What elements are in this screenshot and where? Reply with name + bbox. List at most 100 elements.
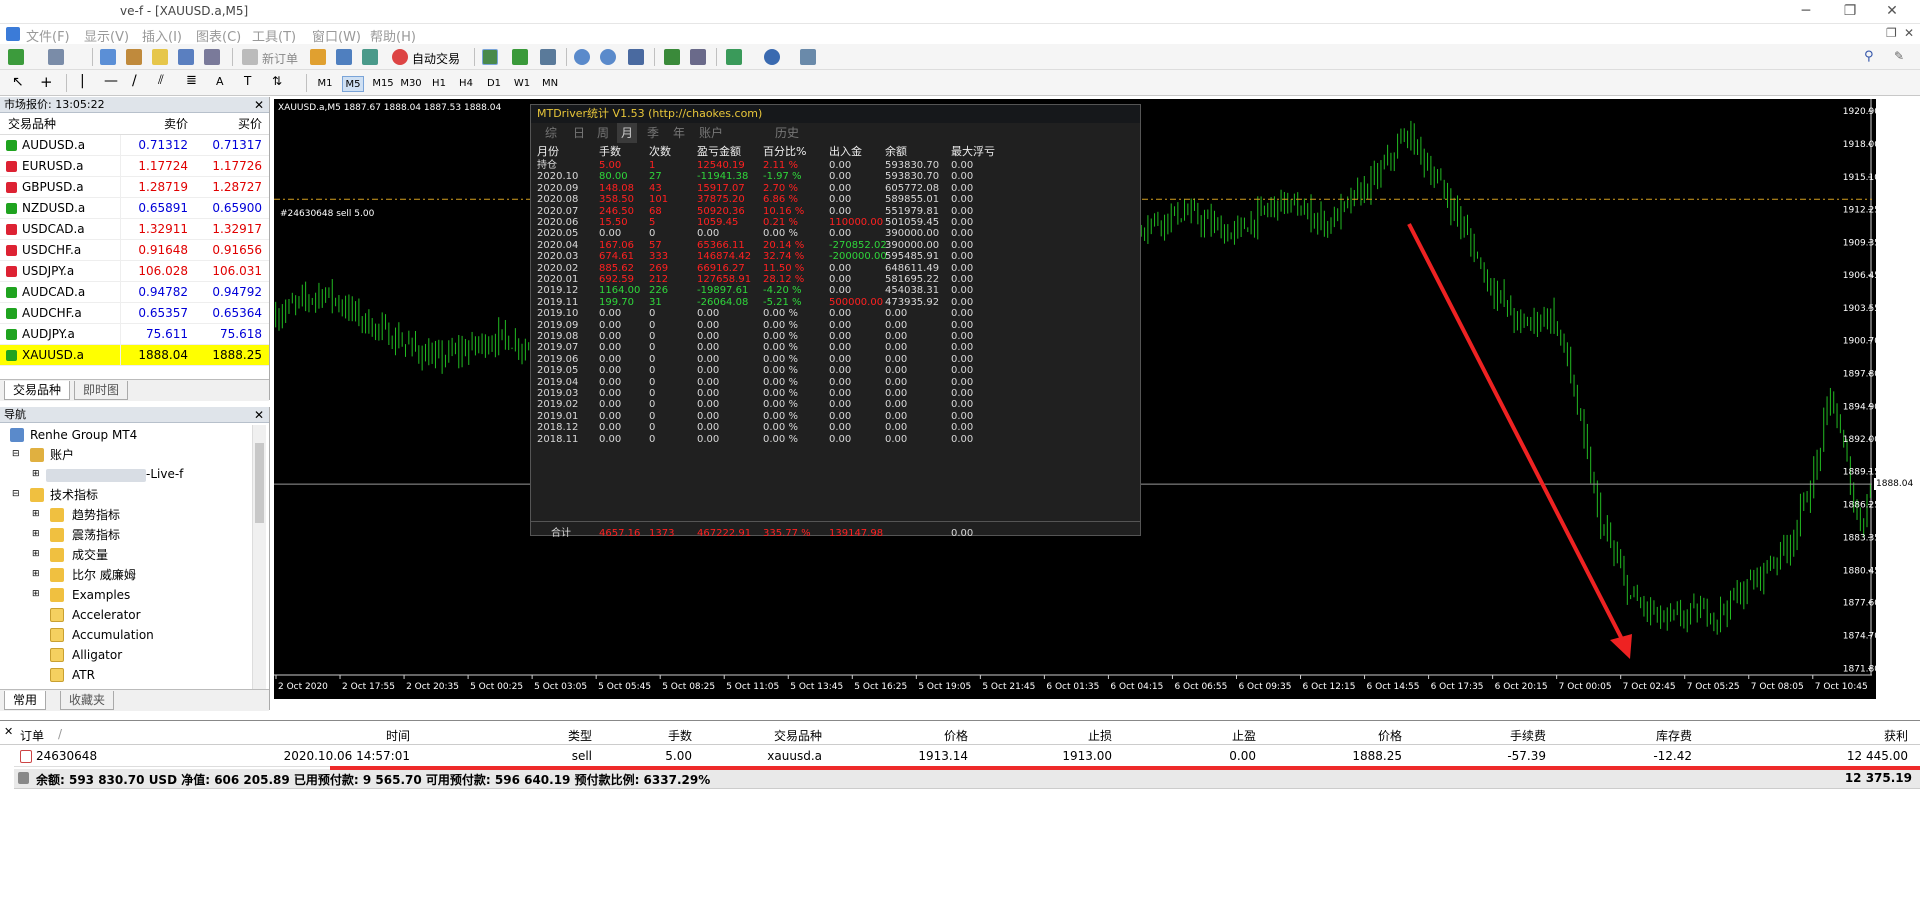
strategy-tester-icon[interactable]	[204, 49, 220, 65]
orders-col-header[interactable]: 手续费	[1386, 727, 1546, 744]
nav-atr[interactable]: ATR	[72, 666, 95, 684]
nav-bill-williams[interactable]: 比尔 威廉姆	[72, 566, 136, 584]
vertical-line-icon[interactable]: |	[80, 73, 85, 89]
fibonacci-icon[interactable]: ≣	[186, 73, 197, 88]
expand-icon[interactable]: ⊞	[32, 505, 40, 523]
order-row[interactable]: 24630648 2020.10.06 14:57:01 sell 5.00 xauus…	[14, 747, 1920, 767]
horizontal-line-icon[interactable]: —	[104, 73, 118, 89]
tf-h4[interactable]: H4	[455, 76, 477, 92]
auto-trading-icon[interactable]	[392, 49, 408, 65]
tab-favorites[interactable]: 收藏夹	[60, 691, 115, 710]
indicators-icon[interactable]	[726, 49, 742, 65]
nav-examples[interactable]: Examples	[72, 586, 130, 604]
data-window-icon[interactable]	[126, 49, 142, 65]
tf-d1[interactable]: D1	[483, 76, 505, 92]
arrows-icon[interactable]: ⇅	[272, 74, 282, 88]
market-watch-row[interactable]: USDJPY.a 106.028 106.031	[0, 261, 269, 282]
navigator-icon[interactable]	[152, 49, 168, 65]
tf-h1[interactable]: H1	[428, 76, 450, 92]
new-chart-icon[interactable]	[8, 49, 24, 65]
nav-accumulation[interactable]: Accumulation	[72, 626, 154, 644]
market-watch-row[interactable]: GBPUSD.a 1.28719 1.28727	[0, 177, 269, 198]
market-watch-row[interactable]: AUDUSD.a 0.71312 0.71317	[0, 135, 269, 156]
close-icon[interactable]: ✕	[254, 97, 264, 113]
terminal-icon[interactable]	[178, 49, 194, 65]
market-watch-row[interactable]: AUDJPY.a 75.611 75.618	[0, 324, 269, 345]
col-bid[interactable]: 卖价	[120, 113, 188, 135]
orders-col-header[interactable]: 止盈	[1096, 727, 1256, 744]
market-watch-row[interactable]: USDCHF.a 0.91648 0.91656	[0, 240, 269, 261]
nav-alligator[interactable]: Alligator	[72, 646, 122, 664]
expand-icon[interactable]: ⊞	[32, 525, 40, 543]
metaeditor-icon[interactable]	[310, 49, 326, 65]
orders-col-header[interactable]: 交易品种	[662, 727, 822, 744]
nav-volumes[interactable]: 成交量	[72, 546, 108, 564]
tab-year[interactable]: 年	[673, 123, 685, 143]
chat-icon[interactable]: ✎	[1894, 49, 1904, 63]
tf-w1[interactable]: W1	[511, 76, 533, 92]
nav-trend[interactable]: 趋势指标	[72, 506, 120, 524]
close-icon[interactable]: ✕	[254, 407, 264, 423]
zoom-out-icon[interactable]	[600, 49, 616, 65]
chart-shift-icon[interactable]	[664, 49, 680, 65]
market-watch-row[interactable]: AUDCHF.a 0.65357 0.65364	[0, 303, 269, 324]
tab-month[interactable]: 月	[617, 123, 638, 143]
profiles-icon[interactable]	[48, 49, 64, 65]
tf-m1[interactable]: M1	[314, 76, 336, 92]
tile-windows-icon[interactable]	[628, 49, 644, 65]
search-icon[interactable]: ⚲	[1864, 49, 1874, 64]
menu-file[interactable]: 文件(F)	[26, 26, 70, 45]
tab-account[interactable]: 账户	[699, 123, 723, 143]
scrollbar-thumb[interactable]	[255, 443, 264, 523]
minimize-icon[interactable]: ─	[1794, 2, 1818, 20]
nav-root[interactable]: Renhe Group MT4	[30, 426, 137, 444]
tab-tick-chart[interactable]: 即时图	[74, 381, 129, 400]
market-watch-row[interactable]: USDCAD.a 1.32911 1.32917	[0, 219, 269, 240]
tab-week[interactable]: 周	[597, 123, 609, 143]
market-watch-row[interactable]: EURUSD.a 1.17724 1.17726	[0, 156, 269, 177]
close-child-icon[interactable]: ✕	[1904, 26, 1914, 40]
nav-oscillators[interactable]: 震荡指标	[72, 526, 120, 544]
nav-account-name[interactable]: -Live-f	[146, 465, 183, 483]
channel-icon[interactable]: ⫽	[158, 73, 164, 88]
auto-scroll-icon[interactable]	[690, 49, 706, 65]
expand-icon[interactable]: ⊞	[32, 465, 40, 483]
close-icon[interactable]: ✕	[1880, 2, 1904, 20]
tab-summary[interactable]: 综	[545, 123, 557, 143]
expand-icon[interactable]: ⊞	[32, 565, 40, 583]
bar-chart-icon[interactable]	[482, 49, 498, 65]
periods-icon[interactable]	[764, 49, 780, 65]
nav-indicators[interactable]: 技术指标	[50, 486, 98, 504]
expand-icon[interactable]: ⊞	[32, 545, 40, 563]
text-icon[interactable]: A	[216, 75, 224, 88]
restore-icon[interactable]: ❐	[1838, 2, 1862, 20]
tab-common[interactable]: 常用	[4, 691, 47, 710]
tab-history[interactable]: 历史	[775, 123, 799, 143]
nav-accounts[interactable]: 账户	[50, 446, 74, 464]
tf-mn[interactable]: MN	[539, 76, 561, 92]
menu-chart[interactable]: 图表(C)	[196, 26, 241, 45]
orders-col-header[interactable]: 获利	[1748, 727, 1908, 744]
col-symbol[interactable]: 交易品种	[8, 113, 56, 135]
tf-m30[interactable]: M30	[398, 76, 424, 92]
text-label-icon[interactable]: T	[244, 74, 251, 88]
zoom-in-icon[interactable]	[574, 49, 590, 65]
cursor-icon[interactable]: ↖	[12, 74, 24, 90]
tab-quarter[interactable]: 季	[647, 123, 659, 143]
tf-m15[interactable]: M15	[370, 76, 396, 92]
orders-col-header[interactable]: 价格	[1242, 727, 1402, 744]
restore-child-icon[interactable]: ❐	[1886, 26, 1897, 40]
line-chart-icon[interactable]	[540, 49, 556, 65]
expand-icon[interactable]: ⊟	[12, 445, 20, 463]
orders-col-header[interactable]: 价格	[808, 727, 968, 744]
tab-day[interactable]: 日	[573, 123, 585, 143]
orders-col-header[interactable]: 订单	[20, 727, 44, 744]
navigator-scrollbar[interactable]	[252, 425, 266, 693]
templates-icon[interactable]	[800, 49, 816, 65]
new-order-icon[interactable]	[242, 49, 258, 65]
expand-icon[interactable]: ⊞	[32, 585, 40, 603]
menu-insert[interactable]: 插入(I)	[142, 26, 182, 45]
menu-help[interactable]: 帮助(H)	[370, 26, 416, 45]
crosshair-icon[interactable]: +	[40, 73, 53, 91]
menu-tools[interactable]: 工具(T)	[252, 26, 296, 45]
